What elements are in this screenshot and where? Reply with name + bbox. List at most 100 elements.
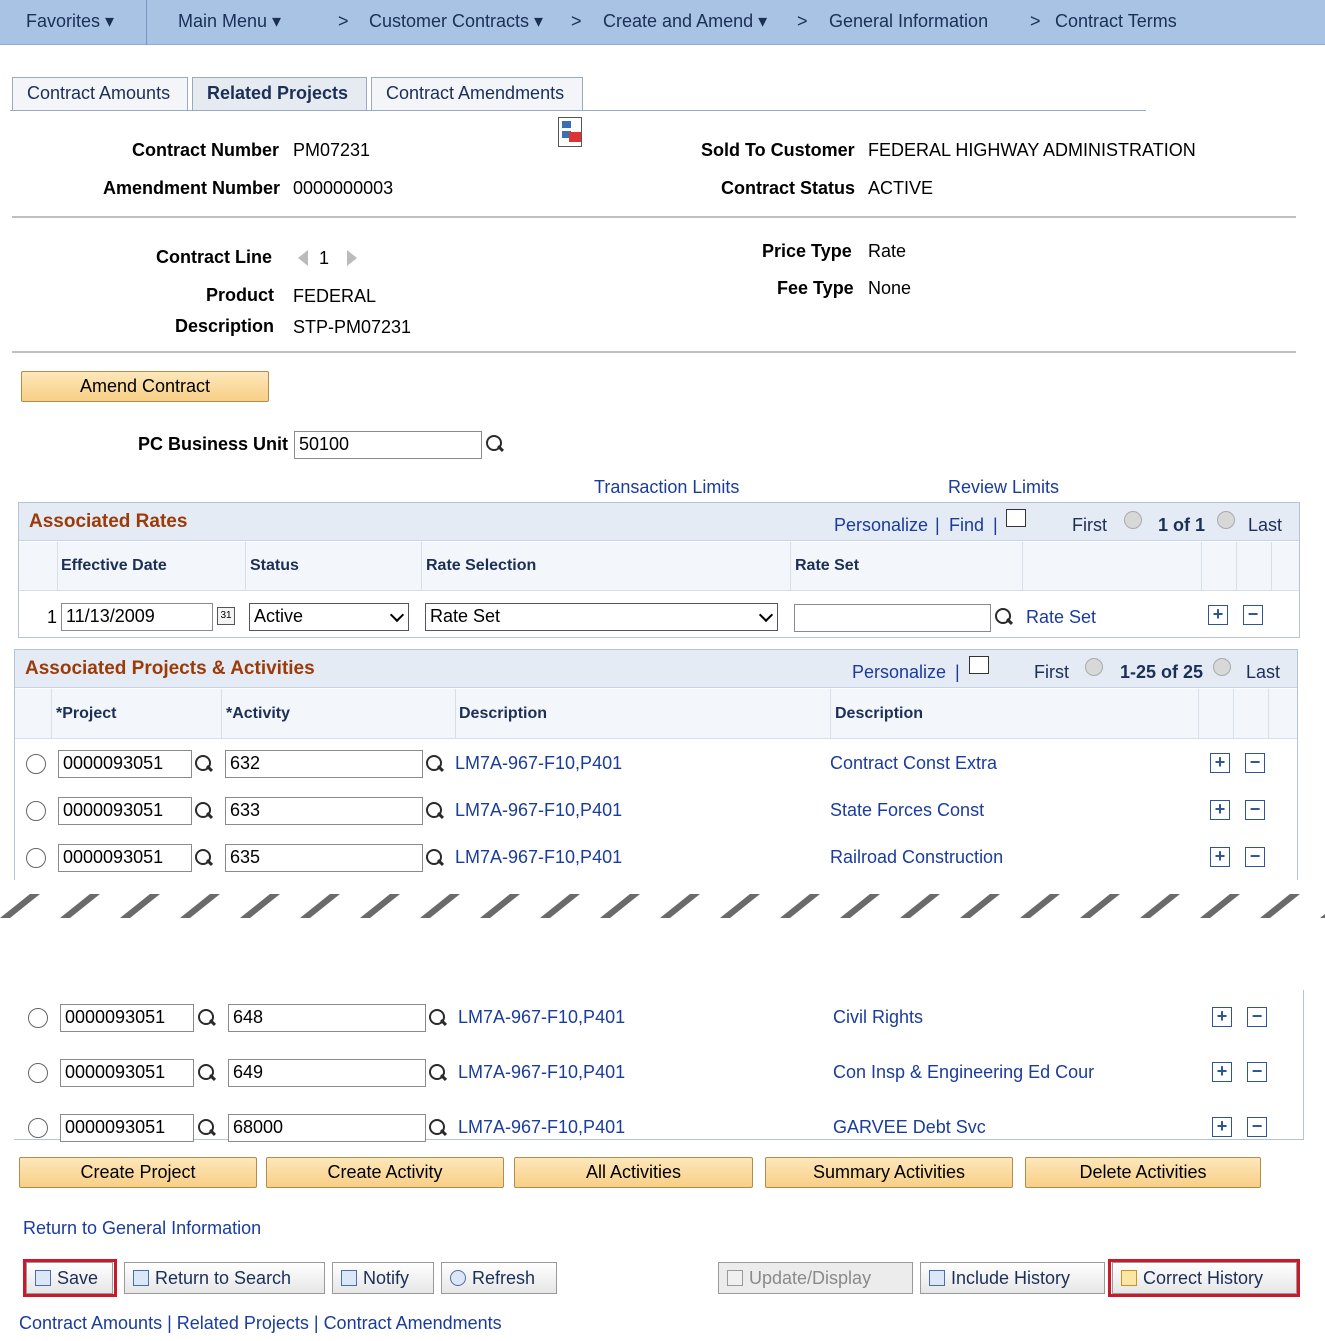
- search-icon[interactable]: [485, 434, 505, 454]
- view-all-icon[interactable]: [969, 656, 989, 674]
- notify-button[interactable]: Notify: [332, 1262, 434, 1294]
- view-all-icon[interactable]: [1006, 509, 1026, 527]
- activity-input[interactable]: 632: [225, 750, 423, 778]
- delete-row-icon[interactable]: −: [1247, 1007, 1267, 1027]
- update-display-button[interactable]: Update/Display: [718, 1262, 913, 1294]
- favorites-menu[interactable]: Favorites ▾: [26, 11, 114, 32]
- project-description-link[interactable]: LM7A-967-F10,P401: [458, 1062, 625, 1083]
- pc-business-unit-input[interactable]: 50100: [294, 431, 482, 459]
- delete-row-icon[interactable]: −: [1243, 605, 1263, 625]
- tab-contract-amounts[interactable]: Contract Amounts: [12, 77, 188, 110]
- delete-row-icon[interactable]: −: [1245, 753, 1265, 773]
- all-activities-button[interactable]: All Activities: [514, 1157, 753, 1188]
- search-icon[interactable]: [197, 1063, 217, 1083]
- activity-description-link[interactable]: Contract Const Extra: [830, 753, 997, 774]
- activity-input[interactable]: 68000: [228, 1114, 426, 1142]
- activity-description-link[interactable]: Railroad Construction: [830, 847, 1003, 868]
- row-select-radio[interactable]: [28, 1118, 48, 1138]
- row-select-radio[interactable]: [26, 754, 46, 774]
- summary-activities-button[interactable]: Summary Activities: [765, 1157, 1013, 1188]
- create-project-button[interactable]: Create Project: [19, 1157, 257, 1188]
- effective-date-input[interactable]: 11/13/2009: [61, 603, 213, 631]
- activity-description-link[interactable]: Con Insp & Engineering Ed Cour: [833, 1062, 1094, 1083]
- project-input[interactable]: 0000093051: [58, 797, 192, 825]
- search-icon[interactable]: [425, 754, 445, 774]
- add-row-icon[interactable]: +: [1210, 753, 1230, 773]
- project-input[interactable]: 0000093051: [58, 844, 192, 872]
- footer-link-contract-amendments[interactable]: Contract Amendments: [324, 1313, 502, 1333]
- next-arrow-icon[interactable]: [1217, 511, 1235, 529]
- rate-set-link[interactable]: Rate Set: [1026, 607, 1096, 628]
- refresh-button[interactable]: Refresh: [441, 1262, 557, 1294]
- breadcrumb-create-and-amend[interactable]: Create and Amend ▾: [603, 11, 767, 32]
- breadcrumb-general-information[interactable]: General Information: [829, 11, 988, 32]
- rate-selection-select[interactable]: Rate Set: [425, 603, 778, 631]
- personalize-link[interactable]: Personalize: [834, 515, 928, 536]
- review-limits-link[interactable]: Review Limits: [948, 477, 1059, 498]
- project-description-link[interactable]: LM7A-967-F10,P401: [455, 847, 622, 868]
- tab-related-projects[interactable]: Related Projects: [192, 77, 367, 111]
- rate-set-input[interactable]: [794, 604, 991, 632]
- activity-description-link[interactable]: State Forces Const: [830, 800, 984, 821]
- search-icon[interactable]: [428, 1063, 448, 1083]
- add-row-icon[interactable]: +: [1212, 1062, 1232, 1082]
- activity-input[interactable]: 648: [228, 1004, 426, 1032]
- find-link[interactable]: Find: [949, 515, 984, 536]
- add-row-icon[interactable]: +: [1212, 1007, 1232, 1027]
- tab-contract-amendments[interactable]: Contract Amendments: [371, 77, 583, 110]
- add-row-icon[interactable]: +: [1208, 605, 1228, 625]
- add-row-icon[interactable]: +: [1212, 1117, 1232, 1137]
- breadcrumb-contract-terms[interactable]: Contract Terms: [1055, 11, 1177, 32]
- project-description-link[interactable]: LM7A-967-F10,P401: [455, 800, 622, 821]
- search-icon[interactable]: [428, 1008, 448, 1028]
- delete-row-icon[interactable]: −: [1245, 800, 1265, 820]
- delete-row-icon[interactable]: −: [1247, 1117, 1267, 1137]
- search-icon[interactable]: [194, 754, 214, 774]
- previous-arrow-icon[interactable]: [1124, 511, 1142, 529]
- activity-description-link[interactable]: GARVEE Debt Svc: [833, 1117, 986, 1138]
- row-select-radio[interactable]: [28, 1063, 48, 1083]
- delete-activities-button[interactable]: Delete Activities: [1025, 1157, 1261, 1188]
- footer-link-contract-amounts[interactable]: Contract Amounts: [19, 1313, 162, 1333]
- amend-contract-button[interactable]: Amend Contract: [21, 371, 269, 402]
- search-icon[interactable]: [194, 848, 214, 868]
- include-history-button[interactable]: Include History: [920, 1262, 1105, 1294]
- search-icon[interactable]: [425, 848, 445, 868]
- activity-description-link[interactable]: Civil Rights: [833, 1007, 923, 1028]
- activity-input[interactable]: 635: [225, 844, 423, 872]
- project-description-link[interactable]: LM7A-967-F10,P401: [458, 1117, 625, 1138]
- project-input[interactable]: 0000093051: [60, 1059, 194, 1087]
- delete-row-icon[interactable]: −: [1247, 1062, 1267, 1082]
- footer-link-related-projects[interactable]: Related Projects: [177, 1313, 309, 1333]
- row-select-radio[interactable]: [28, 1008, 48, 1028]
- main-menu[interactable]: Main Menu ▾: [178, 11, 281, 32]
- calendar-icon[interactable]: 31: [217, 607, 235, 625]
- return-to-general-information-link[interactable]: Return to General Information: [23, 1218, 261, 1239]
- project-input[interactable]: 0000093051: [60, 1114, 194, 1142]
- previous-line-icon[interactable]: [298, 250, 308, 266]
- view-all-icon[interactable]: [558, 117, 582, 147]
- transaction-limits-link[interactable]: Transaction Limits: [594, 477, 739, 498]
- row-select-radio[interactable]: [26, 848, 46, 868]
- row-select-radio[interactable]: [26, 801, 46, 821]
- search-icon[interactable]: [194, 801, 214, 821]
- create-activity-button[interactable]: Create Activity: [266, 1157, 504, 1188]
- next-line-icon[interactable]: [347, 250, 357, 266]
- search-icon[interactable]: [994, 607, 1014, 627]
- add-row-icon[interactable]: +: [1210, 800, 1230, 820]
- search-icon[interactable]: [197, 1118, 217, 1138]
- breadcrumb-customer-contracts[interactable]: Customer Contracts ▾: [369, 11, 543, 32]
- project-input[interactable]: 0000093051: [58, 750, 192, 778]
- search-icon[interactable]: [197, 1008, 217, 1028]
- search-icon[interactable]: [428, 1118, 448, 1138]
- return-to-search-button[interactable]: Return to Search: [124, 1262, 325, 1294]
- activity-input[interactable]: 633: [225, 797, 423, 825]
- project-input[interactable]: 0000093051: [60, 1004, 194, 1032]
- project-description-link[interactable]: LM7A-967-F10,P401: [458, 1007, 625, 1028]
- previous-arrow-icon[interactable]: [1085, 658, 1103, 676]
- next-arrow-icon[interactable]: [1213, 658, 1231, 676]
- personalize-link[interactable]: Personalize: [852, 662, 946, 683]
- activity-input[interactable]: 649: [228, 1059, 426, 1087]
- add-row-icon[interactable]: +: [1210, 847, 1230, 867]
- delete-row-icon[interactable]: −: [1245, 847, 1265, 867]
